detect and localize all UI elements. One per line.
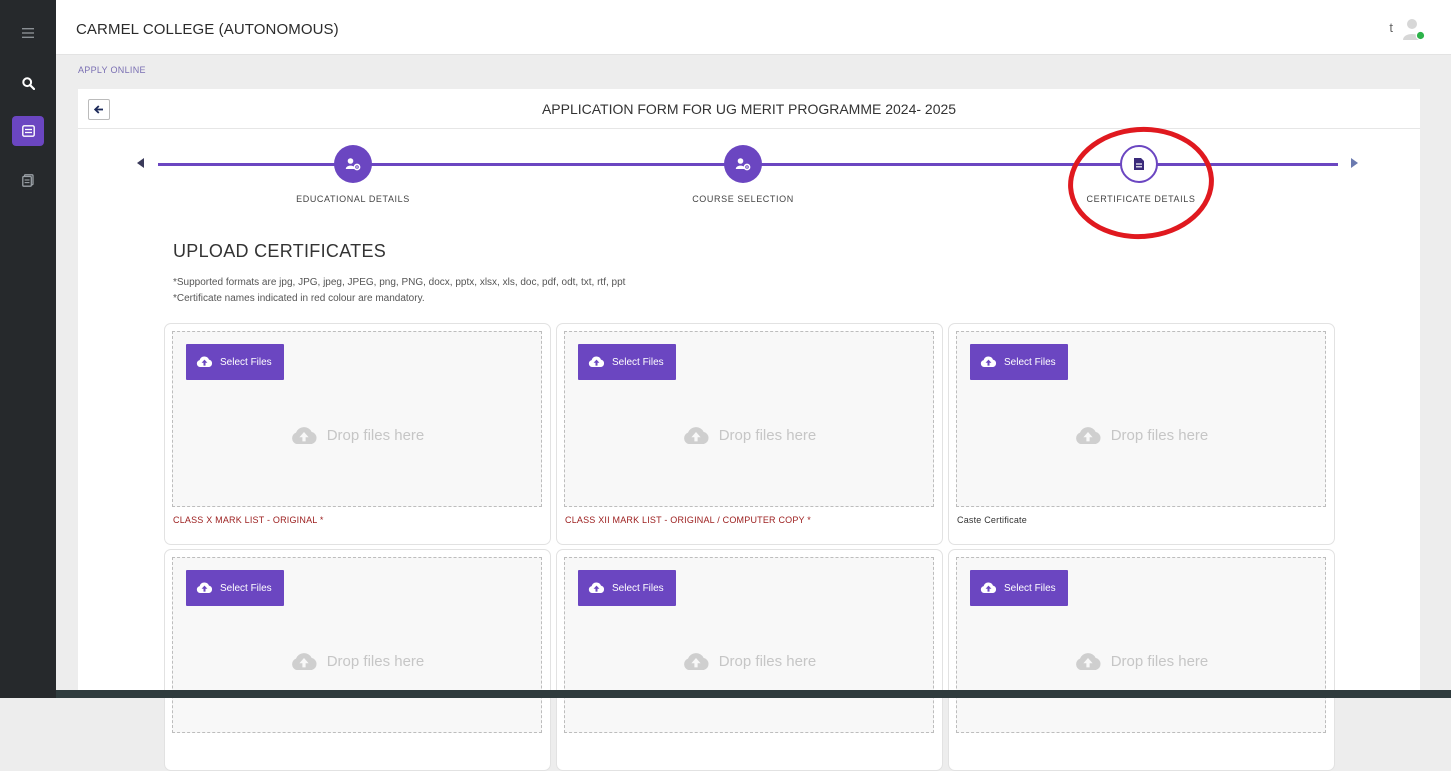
- drop-hint: Drop files here: [957, 652, 1325, 671]
- cloud-upload-icon: [1075, 427, 1101, 444]
- top-bar: CARMEL COLLEGE (AUTONOMOUS) t: [56, 0, 1451, 55]
- left-sidebar: [0, 0, 56, 698]
- search-icon: [21, 76, 35, 90]
- upload-card: Select Files Drop files here: [556, 549, 943, 771]
- college-title: CARMEL COLLEGE (AUTONOMOUS): [76, 21, 339, 38]
- user-initial[interactable]: t: [1389, 20, 1393, 35]
- drop-zone[interactable]: Select Files Drop files here: [956, 331, 1326, 507]
- select-files-label: Select Files: [220, 582, 272, 594]
- document-icon: [22, 173, 34, 187]
- drop-zone[interactable]: Select Files Drop files here: [172, 331, 542, 507]
- form-icon: [21, 125, 35, 137]
- step-course-selection[interactable]: [724, 145, 762, 183]
- certificate-name: CLASS XII MARK LIST - ORIGINAL / COMPUTE…: [565, 515, 811, 525]
- user-avatar[interactable]: [1401, 16, 1427, 42]
- search-button[interactable]: [12, 68, 44, 98]
- step-label-course-selection: COURSE SELECTION: [692, 194, 794, 204]
- drop-hint-label: Drop files here: [1110, 427, 1209, 444]
- select-files-button[interactable]: Select Files: [970, 570, 1068, 606]
- step-educational-details[interactable]: [334, 145, 372, 183]
- drop-hint-label: Drop files here: [326, 653, 425, 670]
- cloud-upload-icon: [980, 582, 997, 593]
- select-files-button[interactable]: Select Files: [186, 344, 284, 380]
- user-settings-icon: [735, 158, 751, 171]
- cloud-upload-icon: [1075, 653, 1101, 670]
- stepper-prev-arrow[interactable]: [137, 158, 144, 168]
- select-files-label: Select Files: [612, 356, 664, 368]
- upload-card: Select Files Drop files here: [164, 549, 551, 771]
- menu-icon: [22, 28, 34, 38]
- drop-hint-label: Drop files here: [718, 427, 817, 444]
- section-title: UPLOAD CERTIFICATES: [173, 241, 387, 261]
- select-files-button[interactable]: Select Files: [186, 570, 284, 606]
- drop-hint-label: Drop files here: [718, 653, 817, 670]
- drop-hint: Drop files here: [173, 652, 541, 671]
- breadcrumb[interactable]: APPLY ONLINE: [78, 65, 146, 75]
- certificate-name: Caste Certificate: [957, 515, 1027, 525]
- cloud-upload-icon: [291, 653, 317, 670]
- form-title: APPLICATION FORM FOR UG MERIT PROGRAMME …: [541, 101, 957, 117]
- drop-hint-label: Drop files here: [326, 427, 425, 444]
- form-header: APPLICATION FORM FOR UG MERIT PROGRAMME …: [78, 89, 1420, 129]
- drop-zone[interactable]: Select Files Drop files here: [564, 557, 934, 733]
- cloud-upload-icon: [980, 356, 997, 367]
- select-files-label: Select Files: [1004, 356, 1056, 368]
- drop-hint-label: Drop files here: [1110, 653, 1209, 670]
- cloud-upload-icon: [588, 356, 605, 367]
- upload-card: Select Files Drop files here CLASS XII M…: [556, 323, 943, 545]
- cloud-upload-icon: [588, 582, 605, 593]
- sidebar-item-documents[interactable]: [12, 165, 44, 195]
- application-form-panel: APPLICATION FORM FOR UG MERIT PROGRAMME …: [78, 89, 1420, 771]
- highlight-annotation-circle: [1064, 122, 1218, 244]
- drop-zone[interactable]: Select Files Drop files here: [172, 557, 542, 733]
- drop-hint: Drop files here: [565, 426, 933, 445]
- stepper-next-arrow[interactable]: [1351, 158, 1358, 168]
- drop-hint: Drop files here: [957, 426, 1325, 445]
- menu-toggle-button[interactable]: [12, 18, 44, 48]
- step-label-educational-details: EDUCATIONAL DETAILS: [296, 194, 410, 204]
- bottom-strip: [56, 690, 1451, 698]
- select-files-button[interactable]: Select Files: [578, 570, 676, 606]
- drop-hint: Drop files here: [173, 426, 541, 445]
- cloud-upload-icon: [196, 356, 213, 367]
- select-files-button[interactable]: Select Files: [578, 344, 676, 380]
- supported-formats-note: *Supported formats are jpg, JPG, jpeg, J…: [173, 277, 626, 288]
- select-files-label: Select Files: [1004, 582, 1056, 594]
- select-files-button[interactable]: Select Files: [970, 344, 1068, 380]
- drop-zone[interactable]: Select Files Drop files here: [956, 557, 1326, 733]
- cloud-upload-icon: [291, 427, 317, 444]
- user-settings-icon: [345, 158, 361, 171]
- user-avatar-icon: [1403, 19, 1426, 41]
- upload-card: Select Files Drop files here Caste Certi…: [948, 323, 1335, 545]
- upload-card: Select Files Drop files here CLASS X MAR…: [164, 323, 551, 545]
- cloud-upload-icon: [683, 653, 709, 670]
- select-files-label: Select Files: [612, 582, 664, 594]
- drop-hint: Drop files here: [565, 652, 933, 671]
- drop-zone[interactable]: Select Files Drop files here: [564, 331, 934, 507]
- sidebar-item-apply-online[interactable]: [12, 116, 44, 146]
- certificate-name: CLASS X MARK LIST - ORIGINAL *: [173, 515, 324, 525]
- cloud-upload-icon: [196, 582, 213, 593]
- cloud-upload-icon: [683, 427, 709, 444]
- select-files-label: Select Files: [220, 356, 272, 368]
- mandatory-note: *Certificate names indicated in red colo…: [173, 293, 425, 304]
- upload-card: Select Files Drop files here: [948, 549, 1335, 771]
